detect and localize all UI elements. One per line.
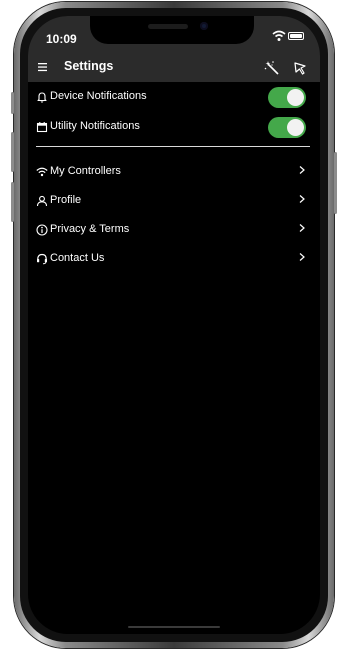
screen: 10:09 Settings Device Notifications Util… bbox=[28, 16, 320, 634]
device-notifications-label: Device Notifications bbox=[50, 90, 147, 102]
front-camera bbox=[200, 22, 208, 30]
calendar-icon bbox=[36, 122, 48, 133]
settings-list: Device Notifications Utility Notificatio… bbox=[28, 82, 320, 273]
speaker-grille bbox=[148, 24, 188, 29]
wifi-icon bbox=[36, 167, 48, 177]
chevron-right-icon bbox=[299, 224, 305, 232]
nav-item-label: Contact Us bbox=[50, 252, 105, 264]
person-icon bbox=[36, 195, 48, 207]
chevron-right-icon bbox=[299, 195, 305, 203]
power-button bbox=[334, 152, 337, 214]
toggle-row-utility-notifications: Utility Notifications bbox=[28, 112, 320, 142]
section-divider bbox=[36, 146, 310, 147]
chevron-right-icon bbox=[299, 253, 305, 261]
chevron-right-icon bbox=[299, 166, 305, 174]
phone-frame: 10:09 Settings Device Notifications Util… bbox=[11, 2, 337, 648]
volume-down-button bbox=[11, 182, 14, 222]
nav-item-contact-us[interactable]: Contact Us bbox=[28, 244, 320, 273]
toggle-knob bbox=[287, 119, 304, 136]
volume-up-button bbox=[11, 132, 14, 172]
nav-item-label: My Controllers bbox=[50, 165, 121, 177]
nav-item-privacy-terms[interactable]: Privacy & Terms bbox=[28, 215, 320, 244]
utility-notifications-toggle[interactable] bbox=[268, 117, 306, 138]
status-wifi-icon bbox=[272, 30, 286, 41]
headset-icon bbox=[37, 253, 47, 265]
toggle-row-device-notifications: Device Notifications bbox=[28, 82, 320, 112]
device-notifications-toggle[interactable] bbox=[268, 87, 306, 108]
notch bbox=[90, 16, 254, 44]
utility-notifications-label: Utility Notifications bbox=[50, 120, 140, 132]
home-indicator[interactable] bbox=[128, 626, 220, 628]
magic-wand-icon[interactable] bbox=[264, 60, 280, 76]
nav-item-my-controllers[interactable]: My Controllers bbox=[28, 157, 320, 186]
info-circle-icon bbox=[36, 224, 48, 236]
app-header: Settings bbox=[28, 54, 320, 82]
battery-icon bbox=[288, 32, 304, 40]
bell-icon bbox=[37, 92, 47, 103]
status-time: 10:09 bbox=[46, 32, 77, 46]
nav-item-label: Privacy & Terms bbox=[50, 223, 130, 235]
toggle-knob bbox=[287, 89, 304, 106]
pointer-icon[interactable] bbox=[292, 60, 308, 76]
page-title: Settings bbox=[64, 59, 114, 73]
nav-item-profile[interactable]: Profile bbox=[28, 186, 320, 215]
nav-item-label: Profile bbox=[50, 194, 82, 206]
phone-bezel: 10:09 Settings Device Notifications Util… bbox=[20, 8, 328, 642]
mute-switch bbox=[11, 92, 14, 114]
hamburger-menu-icon[interactable] bbox=[38, 62, 48, 72]
